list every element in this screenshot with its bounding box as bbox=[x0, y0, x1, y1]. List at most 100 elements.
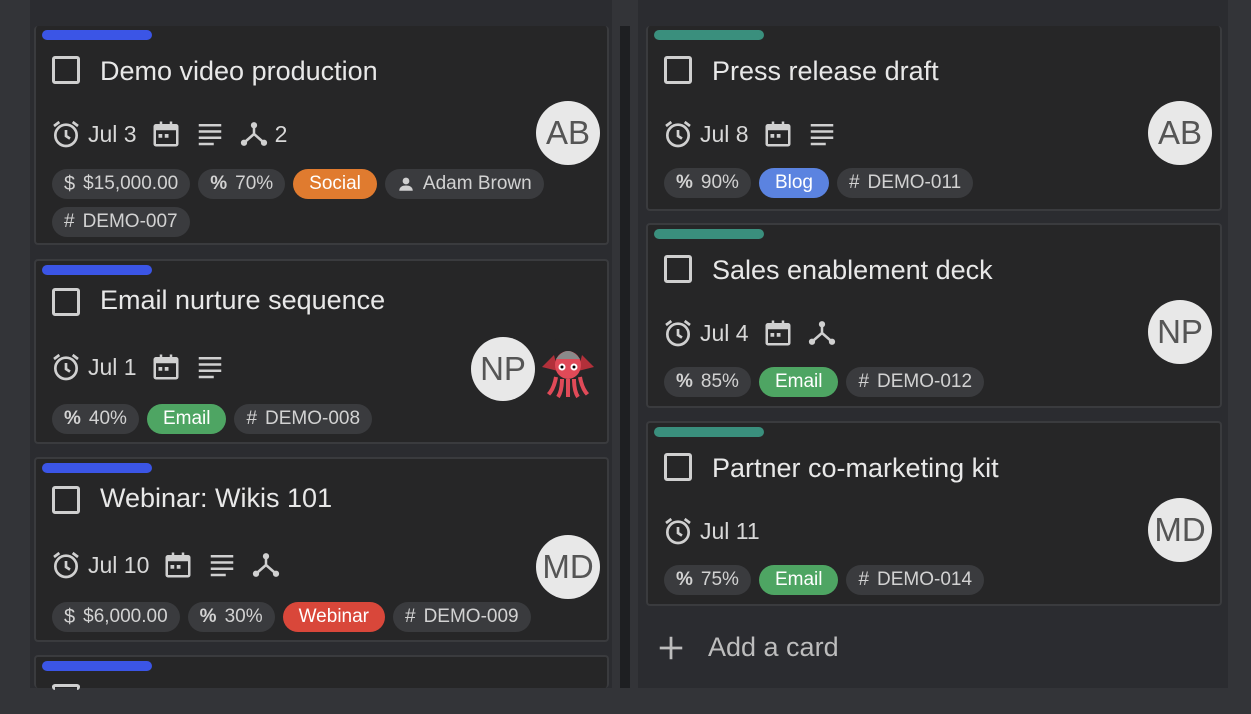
calendar-icon bbox=[763, 119, 793, 149]
card-partner-co-marketing-kit[interactable]: Partner co-marketing kit Jul 11 MD % 75% … bbox=[646, 421, 1222, 606]
tag-chip[interactable]: Blog bbox=[758, 168, 829, 198]
card-chips: $ $6,000.00 % 30% Webinar # DEMO-009 bbox=[52, 602, 592, 632]
calendar-icon bbox=[151, 352, 181, 382]
hash-icon: # bbox=[848, 172, 860, 193]
subtasks-icon bbox=[807, 318, 837, 348]
hash-icon: # bbox=[64, 211, 75, 232]
description-icon bbox=[207, 550, 237, 580]
label-bar bbox=[654, 229, 764, 239]
hash-icon: # bbox=[858, 569, 870, 590]
checkbox-icon[interactable] bbox=[52, 56, 80, 84]
avatar[interactable]: AB bbox=[536, 101, 600, 165]
column-divider bbox=[620, 26, 630, 688]
id-chip: # DEMO-007 bbox=[52, 207, 190, 237]
card-badges: Jul 11 bbox=[662, 515, 760, 547]
subtasks-icon bbox=[239, 119, 269, 149]
card-title: Partner co-marketing kit bbox=[712, 453, 999, 483]
percent-icon: % bbox=[210, 173, 228, 194]
checkbox-icon[interactable] bbox=[52, 486, 80, 514]
calendar-icon bbox=[763, 318, 793, 348]
progress-chip: % 70% bbox=[198, 169, 286, 199]
card-chips: $ $15,000.00 % 70% Social Adam Brown # DEMO… bbox=[52, 169, 592, 237]
checkbox-icon[interactable] bbox=[52, 684, 80, 690]
card-chips: % 90% Blog # DEMO-011 bbox=[664, 168, 1204, 198]
percent-icon: % bbox=[64, 408, 81, 429]
avatar[interactable]: NP bbox=[471, 337, 535, 401]
due-date-badge: Jul 8 bbox=[662, 118, 749, 150]
percent-icon: % bbox=[199, 606, 217, 627]
amount-chip: $ $6,000.00 bbox=[52, 602, 180, 632]
plus-icon bbox=[656, 633, 686, 663]
checkbox-icon[interactable] bbox=[664, 56, 692, 84]
dollar-icon: $ bbox=[64, 605, 76, 628]
card-press-release-draft[interactable]: Press release draft Jul 8 AB % 90% Blog #… bbox=[646, 26, 1222, 211]
assignee-chip: Adam Brown bbox=[384, 169, 544, 199]
progress-chip: % 40% bbox=[52, 404, 139, 434]
checkbox-icon[interactable] bbox=[664, 453, 692, 481]
alarm-icon bbox=[50, 351, 82, 383]
card-chips: % 85% Email # DEMO-012 bbox=[664, 367, 1204, 397]
id-chip: # DEMO-014 bbox=[846, 565, 985, 595]
avatar[interactable]: MD bbox=[1148, 498, 1212, 562]
dollar-icon: $ bbox=[64, 172, 76, 195]
hash-icon: # bbox=[405, 606, 416, 627]
progress-chip: % 85% bbox=[664, 367, 751, 397]
due-date-badge: Jul 4 bbox=[662, 317, 749, 349]
add-card-label: Add a card bbox=[708, 632, 839, 662]
alarm-icon bbox=[50, 118, 82, 150]
checkbox-icon[interactable] bbox=[664, 255, 692, 283]
monster-avatar-icon[interactable] bbox=[536, 337, 600, 401]
calendar-icon bbox=[151, 119, 181, 149]
alarm-icon bbox=[662, 317, 694, 349]
hash-icon: # bbox=[246, 408, 258, 429]
card-chips: % 75% Email # DEMO-014 bbox=[664, 565, 1204, 595]
card-badges: Jul 10 bbox=[50, 549, 281, 581]
card-title: Demo video production bbox=[100, 56, 378, 86]
card-email-nurture-sequence[interactable]: Email nurture sequence Jul 1 NP % 40% Ema… bbox=[34, 259, 609, 444]
id-chip: # DEMO-009 bbox=[393, 602, 531, 632]
tag-chip[interactable]: Email bbox=[758, 367, 839, 397]
tag-chip[interactable]: Email bbox=[146, 404, 227, 434]
progress-chip: % 75% bbox=[664, 565, 751, 595]
progress-chip: % 90% bbox=[664, 168, 751, 198]
label-bar bbox=[42, 265, 152, 275]
due-date-badge: Jul 11 bbox=[662, 515, 760, 547]
card-demo-video-production[interactable]: Demo video production Jul 3 2 AB $ $15,00… bbox=[34, 26, 609, 245]
card-chips: % 40% Email # DEMO-008 bbox=[52, 404, 592, 434]
subtasks-icon bbox=[251, 550, 281, 580]
card-title: Press release draft bbox=[712, 56, 939, 86]
card-webinar-wikis-101[interactable]: Webinar: Wikis 101 Jul 10 MD $ $6,000.00 … bbox=[34, 457, 609, 642]
card-badges: Jul 3 2 bbox=[50, 118, 287, 150]
amount-chip: $ $15,000.00 bbox=[52, 169, 191, 199]
label-bar bbox=[42, 30, 152, 40]
tag-chip[interactable]: Email bbox=[758, 565, 839, 595]
card-title: Email nurture sequence bbox=[100, 285, 386, 315]
card-badges: Jul 1 bbox=[50, 351, 225, 383]
alarm-icon bbox=[662, 515, 694, 547]
tag-chip[interactable]: Social bbox=[293, 169, 377, 199]
avatar[interactable]: AB bbox=[1148, 101, 1212, 165]
description-icon bbox=[807, 119, 837, 149]
due-date-badge: Jul 10 bbox=[50, 549, 149, 581]
card-partial[interactable] bbox=[34, 655, 609, 690]
card-sales-enablement-deck[interactable]: Sales enablement deck Jul 4 NP % 85% Emai… bbox=[646, 223, 1222, 408]
id-chip: # DEMO-008 bbox=[234, 404, 373, 434]
due-date-badge: Jul 1 bbox=[50, 351, 137, 383]
id-chip: # DEMO-011 bbox=[836, 168, 974, 198]
id-chip: # DEMO-012 bbox=[846, 367, 985, 397]
due-date-badge: Jul 3 bbox=[50, 118, 137, 150]
progress-chip: % 30% bbox=[187, 602, 275, 632]
percent-icon: % bbox=[676, 172, 693, 193]
checkbox-icon[interactable] bbox=[52, 288, 80, 316]
label-bar bbox=[654, 30, 764, 40]
avatar[interactable]: MD bbox=[536, 535, 600, 599]
tag-chip[interactable]: Webinar bbox=[282, 602, 385, 632]
label-bar bbox=[42, 661, 152, 671]
percent-icon: % bbox=[676, 569, 693, 590]
percent-icon: % bbox=[676, 371, 693, 392]
add-card-button[interactable]: Add a card bbox=[656, 632, 839, 663]
hash-icon: # bbox=[858, 371, 870, 392]
card-title: Sales enablement deck bbox=[712, 255, 993, 285]
avatar[interactable]: NP bbox=[1148, 300, 1212, 364]
label-bar bbox=[42, 463, 152, 473]
